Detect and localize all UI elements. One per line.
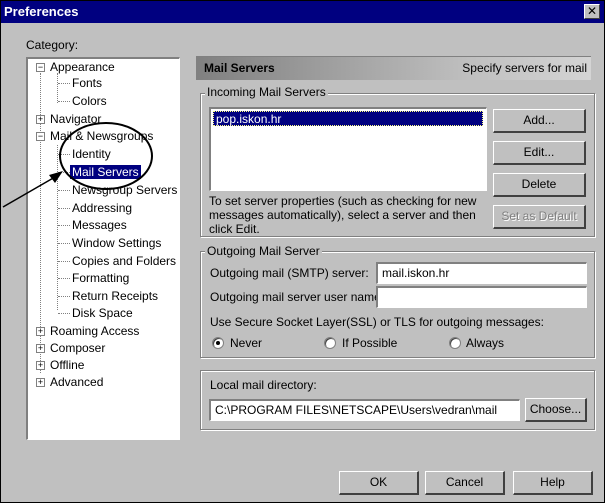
- edit-server-button[interactable]: Edit...: [493, 141, 586, 165]
- incoming-help-text: To set server properties (such as checki…: [209, 194, 477, 236]
- ssl-label: Use Secure Socket Layer(SSL) or TLS for …: [210, 315, 544, 329]
- radio-never-label[interactable]: Never: [230, 336, 262, 350]
- tree-item-offline[interactable]: Offline: [50, 357, 84, 373]
- category-label: Category:: [26, 38, 79, 52]
- pointer-arrowhead: [49, 171, 63, 183]
- annotation-highlight: [2, 122, 153, 208]
- local-directory-label: Local mail directory:: [210, 378, 317, 392]
- pointer-arrow-line: [2, 176, 56, 208]
- radio-always-label[interactable]: Always: [466, 336, 504, 350]
- panel-subtitle: Specify servers for mail: [462, 61, 587, 75]
- radio-always[interactable]: [449, 337, 461, 349]
- help-button[interactable]: Help: [513, 471, 593, 495]
- tree-item-formatting[interactable]: Formatting: [72, 270, 129, 286]
- expand-roaming-access-icon[interactable]: +: [36, 327, 45, 336]
- expand-offline-icon[interactable]: +: [36, 361, 45, 370]
- tree-item-fonts[interactable]: Fonts: [72, 75, 102, 91]
- close-button[interactable]: ✕: [584, 4, 600, 19]
- radio-if-possible[interactable]: [324, 337, 336, 349]
- tree-item-appearance[interactable]: Appearance: [50, 59, 115, 75]
- panel-header: Mail Servers Specify servers for mail: [196, 56, 591, 80]
- tree-item-disk-space[interactable]: Disk Space: [72, 305, 133, 321]
- tree-item-window-settings[interactable]: Window Settings: [72, 235, 161, 251]
- tree-item-composer[interactable]: Composer: [50, 340, 105, 356]
- tree-item-copies-folders[interactable]: Copies and Folders: [72, 253, 176, 269]
- smtp-user-label: Outgoing mail server user name:: [210, 290, 385, 304]
- incoming-server-list[interactable]: pop.iskon.hr: [209, 107, 487, 191]
- radio-if-possible-label[interactable]: If Possible: [342, 336, 397, 350]
- collapse-appearance-icon[interactable]: −: [36, 63, 45, 72]
- incoming-server-row[interactable]: pop.iskon.hr: [213, 111, 483, 126]
- choose-directory-button[interactable]: Choose...: [525, 398, 587, 422]
- window-title: Preferences: [4, 4, 79, 19]
- tree-item-roaming-access[interactable]: Roaming Access: [50, 323, 139, 339]
- tree-item-colors[interactable]: Colors: [72, 93, 107, 109]
- panel-title: Mail Servers: [204, 61, 275, 75]
- incoming-group-label: Incoming Mail Servers: [205, 85, 328, 99]
- highlight-circle: [59, 122, 153, 190]
- tree-item-return-receipts[interactable]: Return Receipts: [72, 288, 158, 304]
- cancel-button[interactable]: Cancel: [425, 471, 505, 495]
- radio-never[interactable]: [212, 337, 224, 349]
- outgoing-group-label: Outgoing Mail Server: [205, 244, 322, 258]
- title-bar[interactable]: Preferences ✕: [1, 1, 604, 23]
- smtp-user-input[interactable]: [376, 286, 587, 308]
- local-directory-input[interactable]: C:\PROGRAM FILES\NETSCAPE\Users\vedran\m…: [209, 399, 520, 421]
- close-icon: ✕: [586, 4, 598, 18]
- tree-item-advanced[interactable]: Advanced: [50, 374, 103, 390]
- ok-button[interactable]: OK: [339, 471, 419, 495]
- expand-composer-icon[interactable]: +: [36, 344, 45, 353]
- add-server-button[interactable]: Add...: [493, 109, 586, 133]
- smtp-server-input[interactable]: mail.iskon.hr: [376, 262, 587, 284]
- preferences-window: Preferences ✕ Category: − Appearance Fon…: [0, 0, 605, 503]
- expand-advanced-icon[interactable]: +: [36, 378, 45, 387]
- set-default-button[interactable]: Set as Default: [493, 205, 586, 229]
- delete-server-button[interactable]: Delete: [493, 173, 586, 197]
- smtp-server-label: Outgoing mail (SMTP) server:: [210, 266, 369, 280]
